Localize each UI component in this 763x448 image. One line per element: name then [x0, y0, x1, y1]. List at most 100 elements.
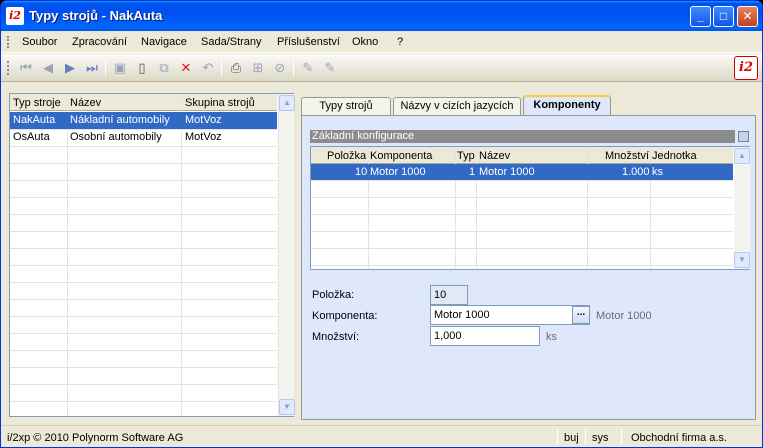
toolbar: ⏮ ◀ ▶ ⏭ ▣ ▯ ⧉ ✕ ↶ ⎙ ⊞ ⊘ ✎ ✎: [1, 54, 762, 82]
grid-line: [10, 146, 277, 147]
status-db: sys: [592, 432, 609, 444]
table-row[interactable]: NakAuta Nákladní automobily MotVoz: [10, 112, 277, 129]
menu-navigace[interactable]: Navigace: [141, 36, 187, 48]
cancel-icon[interactable]: ⊘: [271, 59, 289, 77]
edit-icon[interactable]: ✎: [299, 59, 317, 77]
col-header-nazev[interactable]: Název: [479, 150, 510, 162]
col-header-komponenta[interactable]: Komponenta: [370, 150, 432, 162]
item-field[interactable]: 10: [430, 285, 468, 305]
grid-header: Typ stroje Název Skupina strojů: [10, 94, 277, 111]
grid-line: [10, 231, 277, 232]
component-label: Komponenta:: [312, 310, 378, 322]
grid-line: [10, 299, 277, 300]
status-bar: i/2xp © 2010 Polynorm Software AG buj sy…: [1, 425, 762, 447]
menu-prislusenstvi[interactable]: Příslušenství: [277, 36, 340, 48]
title-bar[interactable]: i2 Typy strojů - NakAuta _ □ ✕: [1, 1, 762, 31]
toolbar-separator: [105, 60, 106, 76]
tab-nazvy-v-cizich-jazycich[interactable]: Názvy v cizích jazycích: [393, 97, 521, 115]
col-header-polozka[interactable]: Položka: [327, 150, 366, 162]
quantity-label: Množství:: [312, 331, 360, 343]
main-window: i2 Typy strojů - NakAuta _ □ ✕ Soubor Zp…: [0, 0, 763, 448]
quantity-field[interactable]: 1,000: [430, 326, 540, 346]
menu-zpracovani[interactable]: Zpracování: [72, 36, 127, 48]
col-header-nazev[interactable]: Název: [70, 97, 101, 109]
toolbar-separator: [221, 60, 222, 76]
menu-bar: Soubor Zpracování Navigace Sada/Strany P…: [1, 31, 762, 53]
next-record-icon[interactable]: ▶: [61, 59, 79, 77]
close-button[interactable]: ✕: [737, 6, 758, 27]
grid-line: [10, 197, 277, 198]
grid-line: [10, 163, 277, 164]
menu-okno[interactable]: Okno: [352, 36, 378, 48]
col-header-skupina[interactable]: Skupina strojů: [185, 97, 255, 109]
tab-komponenty[interactable]: Komponenty: [523, 95, 611, 116]
grid-header: Položka Komponenta Typ Název Množství Je…: [311, 147, 733, 164]
grid-line: [311, 231, 733, 232]
grid-line: [311, 197, 733, 198]
grid-line: [10, 401, 277, 402]
first-record-icon[interactable]: ⏮: [17, 59, 35, 77]
grid-line: [10, 333, 277, 334]
menu-help[interactable]: ?: [397, 36, 403, 48]
tab-strip: Typy strojů Názvy v cizích jazycích Komp…: [301, 93, 756, 116]
window-title: Typy strojů - NakAuta: [29, 8, 163, 23]
col-header-jednotka[interactable]: Jednotka: [652, 150, 697, 162]
grid-line: [10, 350, 277, 351]
grid-line: [10, 129, 277, 130]
prev-record-icon[interactable]: ◀: [39, 59, 57, 77]
section-toggle-icon[interactable]: [738, 131, 749, 142]
edit-alt-icon[interactable]: ✎: [321, 59, 339, 77]
left-grid-scrollbar[interactable]: ▲ ▼: [278, 94, 295, 416]
maximize-button[interactable]: □: [713, 6, 734, 27]
table-row[interactable]: 10 Motor 1000 1 Motor 1000 1.000 ks: [311, 164, 733, 180]
menu-soubor[interactable]: Soubor: [22, 36, 57, 48]
status-copyright: i/2xp © 2010 Polynorm Software AG: [7, 432, 184, 444]
new-icon[interactable]: ▯: [133, 59, 151, 77]
status-company: Obchodní firma a.s.: [631, 432, 727, 444]
grid-line: [10, 180, 277, 181]
grid-line: [10, 248, 277, 249]
scroll-down-icon[interactable]: ▼: [279, 399, 295, 415]
status-user: buj: [564, 432, 579, 444]
scroll-down-icon[interactable]: ▼: [734, 252, 750, 268]
component-browse-button[interactable]: ...: [572, 306, 590, 324]
app-logo-icon: i2: [6, 7, 24, 25]
toolbar-separator: [293, 60, 294, 76]
grid-line: [10, 282, 277, 283]
component-description: Motor 1000: [596, 310, 652, 322]
grid-line: [311, 214, 733, 215]
scroll-up-icon[interactable]: ▲: [279, 95, 295, 111]
section-header: Základní konfigurace: [310, 130, 735, 143]
menu-sada-strany[interactable]: Sada/Strany: [201, 36, 262, 48]
grid-line: [10, 316, 277, 317]
grid-line: [10, 265, 277, 266]
grid-line: [311, 265, 733, 266]
col-header-typ[interactable]: Typ: [457, 150, 475, 162]
tab-typy-stroju[interactable]: Typy strojů: [301, 97, 391, 115]
quantity-unit: ks: [546, 331, 557, 343]
toolbar-grip-icon: [7, 61, 9, 75]
scroll-up-icon[interactable]: ▲: [734, 148, 750, 164]
delete-icon[interactable]: ✕: [177, 59, 195, 77]
machine-types-grid[interactable]: Typ stroje Název Skupina strojů NakAuta …: [9, 93, 295, 417]
table-row[interactable]: OsAuta Osobní automobily MotVoz: [10, 129, 277, 146]
grid-line: [311, 248, 733, 249]
components-grid[interactable]: Položka Komponenta Typ Název Množství Je…: [310, 146, 750, 270]
last-record-icon[interactable]: ⏭: [83, 59, 101, 77]
grid-line: [10, 367, 277, 368]
undo-icon[interactable]: ↶: [199, 59, 217, 77]
component-field[interactable]: Motor 1000: [430, 305, 590, 325]
print-icon[interactable]: ⎙: [227, 59, 245, 77]
menu-grip-icon: [7, 36, 9, 48]
col-header-mnozstvi[interactable]: Množství: [605, 150, 649, 162]
grid-line: [311, 180, 733, 181]
tree-icon[interactable]: ⊞: [249, 59, 267, 77]
components-grid-scrollbar[interactable]: ▲ ▼: [734, 147, 750, 269]
corner-logo-icon: i2: [734, 56, 758, 80]
components-panel: Základní konfigurace Položka Komponenta …: [301, 115, 756, 420]
col-header-typ-stroje[interactable]: Typ stroje: [13, 97, 61, 109]
minimize-button[interactable]: _: [690, 6, 711, 27]
save-icon[interactable]: ▣: [111, 59, 129, 77]
copy-icon[interactable]: ⧉: [155, 59, 173, 77]
item-label: Položka:: [312, 289, 355, 301]
